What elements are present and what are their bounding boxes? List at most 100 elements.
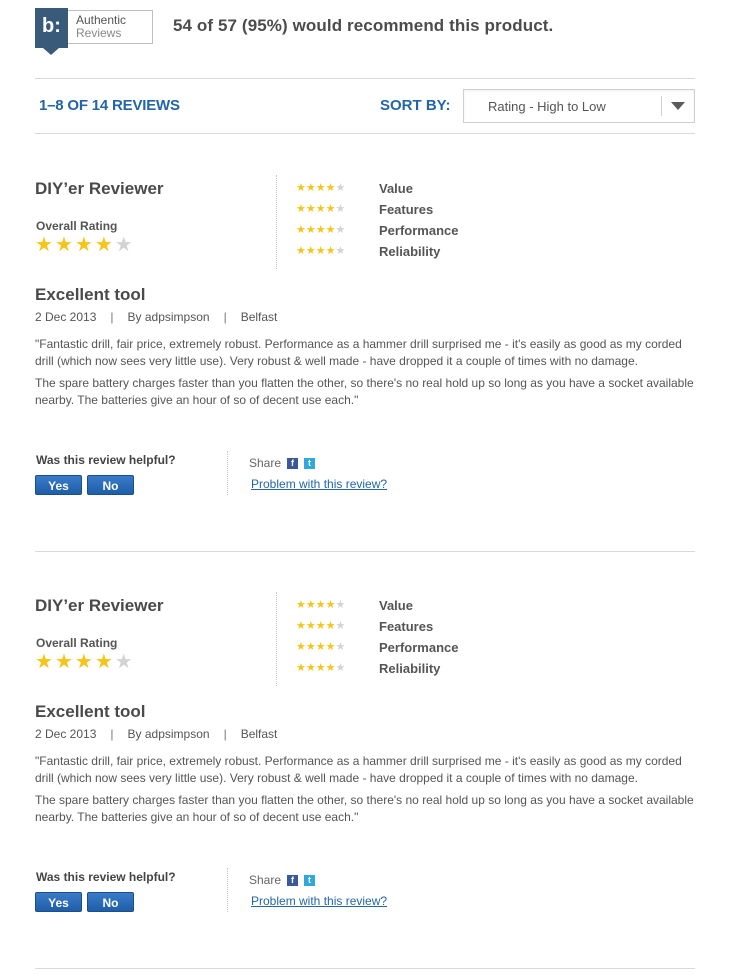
sort-label: SORT BY: — [380, 97, 451, 114]
star-icon: ★ — [305, 620, 316, 632]
attribute-label: Features — [379, 619, 434, 634]
overall-rating-stars: ★ ★ ★ ★ ★ — [35, 652, 133, 672]
star-icon: ★ — [315, 662, 326, 674]
sort-selected-value: Rating - High to Low — [488, 99, 606, 114]
star-icon: ★ — [305, 245, 316, 257]
star-icon: ★ — [325, 245, 336, 257]
review-card: DIY’er Reviewer Overall Rating ★ ★ ★ ★ ★ ★ ★ ★… — [35, 592, 697, 956]
report-problem-link[interactable]: Problem with this review? — [251, 894, 387, 908]
review-paragraph: "Fantastic drill, fair price, extremely … — [35, 754, 682, 785]
facebook-icon[interactable]: f — [287, 457, 299, 469]
star-icon: ★ — [305, 641, 316, 653]
review-location: Belfast — [240, 727, 278, 741]
attribute-stars: ★ ★ ★ ★ ★ — [296, 663, 379, 674]
chevron-down-icon[interactable] — [671, 102, 685, 110]
attribute-stars: ★ ★ ★ ★ ★ — [296, 183, 379, 194]
meta-separator: | — [223, 310, 227, 324]
star-icon: ★ — [325, 203, 336, 215]
star-icon: ★ — [305, 599, 316, 611]
star-icon: ★ — [325, 620, 336, 632]
review-meta: 2 Dec 2013 | By adpsimpson | Belfast — [35, 727, 277, 741]
star-icon: ★ — [325, 599, 336, 611]
select-divider — [661, 96, 662, 116]
star-icon: ★ — [296, 182, 306, 194]
sort-select[interactable]: Rating - High to Low — [463, 89, 695, 123]
attribute-stars: ★ ★ ★ ★ ★ — [296, 246, 379, 257]
attribute-row-value: ★ ★ ★ ★ ★ Value — [296, 178, 458, 199]
rating-divider — [276, 592, 277, 686]
star-icon: ★ — [296, 599, 306, 611]
star-icon: ★ — [335, 620, 346, 632]
report-problem-link[interactable]: Problem with this review? — [251, 477, 387, 491]
star-icon: ★ — [315, 641, 326, 653]
star-icon: ★ — [74, 651, 93, 673]
overall-rating-stars: ★ ★ ★ ★ ★ — [35, 235, 133, 255]
star-icon: ★ — [35, 651, 53, 673]
share-row: Share f t — [249, 456, 316, 470]
divider — [35, 78, 695, 79]
review-meta: 2 Dec 2013 | By adpsimpson | Belfast — [35, 310, 277, 324]
review-author: By adpsimpson — [127, 727, 210, 741]
star-icon: ★ — [74, 234, 93, 256]
authentic-reviews-logo: b: Authentic Reviews — [35, 8, 153, 55]
no-button[interactable]: No — [87, 475, 134, 495]
star-icon: ★ — [296, 224, 306, 236]
star-icon: ★ — [335, 641, 346, 653]
star-icon: ★ — [305, 182, 316, 194]
divider — [35, 968, 695, 969]
star-icon: ★ — [114, 234, 133, 256]
twitter-icon[interactable]: t — [304, 874, 316, 886]
attribute-stars: ★ ★ ★ ★ ★ — [296, 225, 379, 236]
attribute-label: Performance — [379, 223, 459, 238]
review-author: By adpsimpson — [127, 310, 210, 324]
facebook-icon[interactable]: f — [287, 874, 299, 886]
share-label: Share — [249, 456, 282, 470]
star-icon: ★ — [315, 203, 326, 215]
attribute-row-performance: ★ ★ ★ ★ ★ Performance — [296, 637, 458, 658]
star-icon: ★ — [94, 234, 113, 256]
no-button[interactable]: No — [87, 892, 134, 912]
star-icon: ★ — [296, 641, 306, 653]
meta-separator: | — [223, 727, 227, 741]
reviewer-name: DIY’er Reviewer — [35, 596, 164, 615]
star-icon: ★ — [325, 182, 336, 194]
recommend-summary: 54 of 57 (95%) would recommend this prod… — [173, 16, 554, 35]
divider — [35, 551, 695, 552]
review-date: 2 Dec 2013 — [35, 727, 97, 741]
badge-mark: b: — [35, 8, 68, 55]
rating-divider — [276, 175, 277, 269]
yes-button[interactable]: Yes — [35, 892, 82, 912]
star-icon: ★ — [335, 203, 346, 215]
review-paragraph: The spare battery charges faster than yo… — [35, 793, 694, 824]
review-paragraph: "Fantastic drill, fair price, extremely … — [35, 337, 682, 368]
review-title: Excellent tool — [35, 285, 146, 304]
attribute-label: Reliability — [379, 244, 441, 259]
review-location: Belfast — [240, 310, 278, 324]
attribute-row-performance: ★ ★ ★ ★ ★ Performance — [296, 220, 458, 241]
star-icon: ★ — [315, 620, 326, 632]
review-body: "Fantastic drill, fair price, extremely … — [35, 753, 697, 831]
review-paragraph: The spare battery charges faster than yo… — [35, 376, 694, 407]
review-card: DIY’er Reviewer Overall Rating ★ ★ ★ ★ ★ ★ ★ ★… — [35, 175, 697, 539]
star-icon: ★ — [296, 203, 306, 215]
star-icon: ★ — [114, 651, 133, 673]
overall-rating-label: Overall Rating — [36, 219, 118, 233]
attribute-label: Value — [379, 181, 413, 196]
star-icon: ★ — [325, 662, 336, 674]
star-icon: ★ — [305, 203, 316, 215]
twitter-icon[interactable]: t — [304, 457, 316, 469]
yes-button[interactable]: Yes — [35, 475, 82, 495]
star-icon: ★ — [335, 599, 346, 611]
meta-separator: | — [110, 310, 114, 324]
star-icon: ★ — [315, 245, 326, 257]
attribute-label: Performance — [379, 640, 459, 655]
star-icon: ★ — [54, 234, 73, 256]
share-label: Share — [249, 873, 282, 887]
helpful-divider — [227, 451, 228, 495]
attribute-label: Value — [379, 598, 413, 613]
attribute-row-value: ★ ★ ★ ★ ★ Value — [296, 595, 458, 616]
review-title: Excellent tool — [35, 702, 146, 721]
review-body: "Fantastic drill, fair price, extremely … — [35, 336, 697, 414]
helpful-question: Was this review helpful? — [36, 453, 176, 467]
attribute-stars: ★ ★ ★ ★ ★ — [296, 600, 379, 611]
